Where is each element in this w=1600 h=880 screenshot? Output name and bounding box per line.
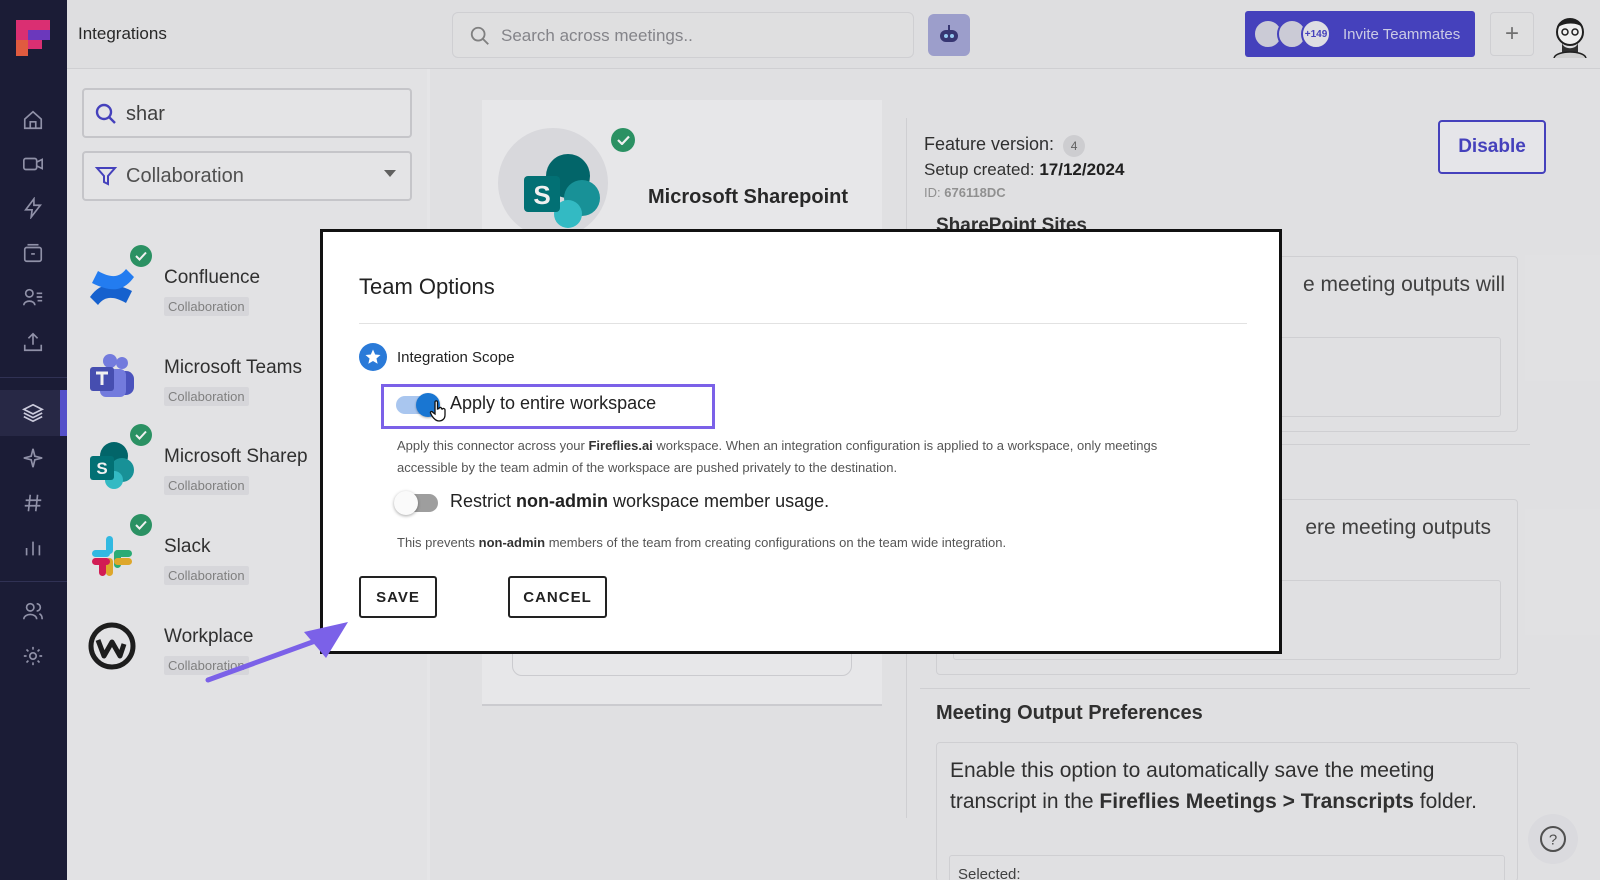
cancel-button[interactable]: CANCEL — [508, 576, 607, 618]
team-options-modal: Team Options Integration Scope Apply to … — [320, 229, 1282, 654]
modal-divider — [359, 323, 1247, 324]
restrict-non-admin-toggle[interactable] — [394, 491, 438, 515]
apply-workspace-description: Apply this connector across your Firefli… — [397, 438, 1158, 475]
hand-cursor-icon — [429, 400, 446, 422]
restrict-non-admin-description: This prevents non-admin members of the t… — [397, 535, 1007, 550]
apply-workspace-label: Apply to entire workspace — [450, 393, 657, 413]
star-icon — [359, 343, 387, 371]
modal-title: Team Options — [359, 274, 495, 299]
restrict-non-admin-label: Restrict non-admin workspace member usag… — [450, 491, 830, 511]
integration-scope-label: Integration Scope — [397, 349, 515, 366]
save-button[interactable]: SAVE — [359, 576, 437, 618]
annotation-arrow-icon — [205, 622, 348, 683]
